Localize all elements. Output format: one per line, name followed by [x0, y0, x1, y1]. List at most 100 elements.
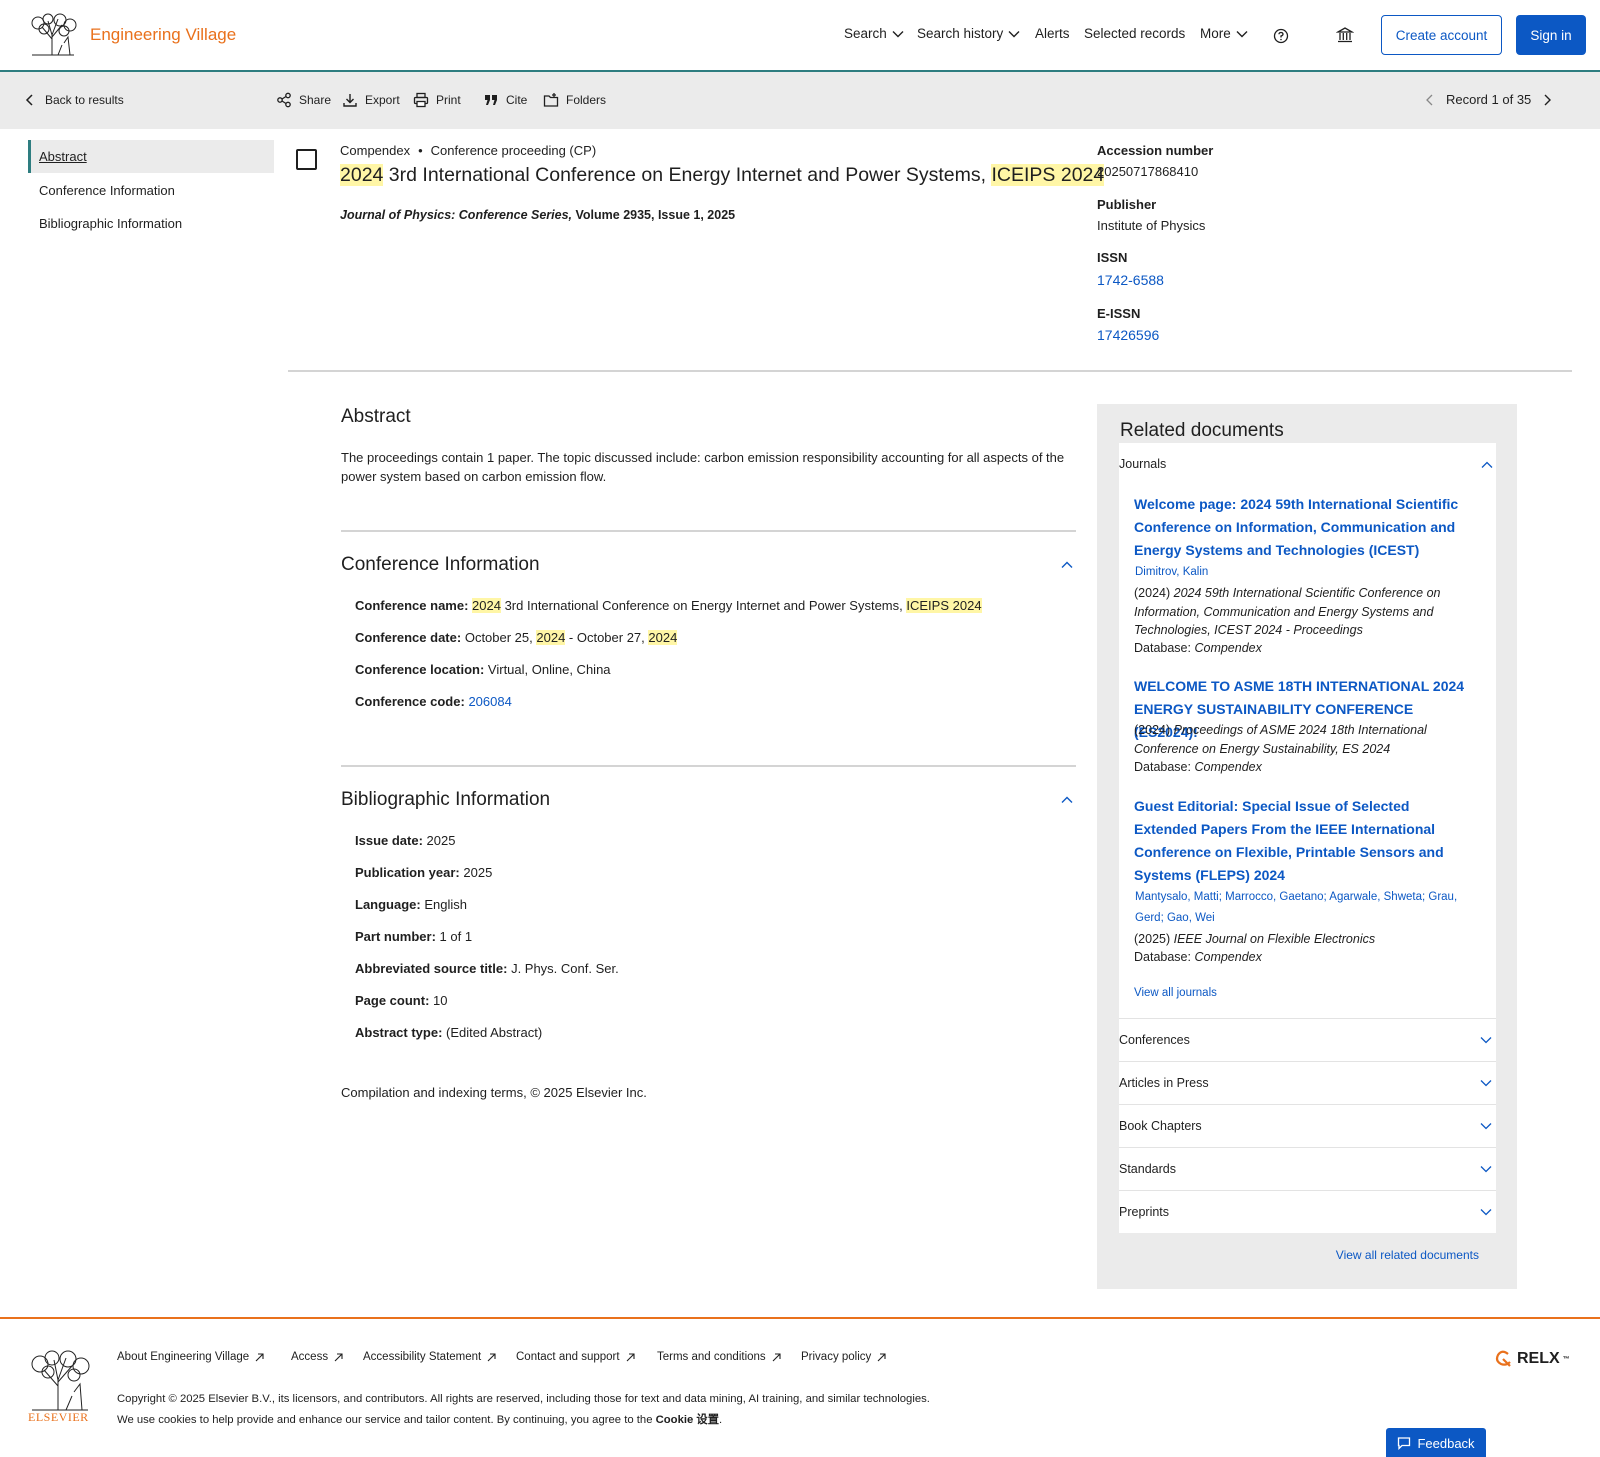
footer-link-accessibility[interactable]: Accessibility Statement	[363, 1351, 496, 1363]
field-value: October 25,	[464, 630, 537, 645]
page-count-field: Page count: 10	[355, 993, 448, 1008]
abstract-heading: Abstract	[341, 406, 411, 427]
accordion-standards[interactable]: Standards	[1119, 1147, 1496, 1190]
accordion-preprints[interactable]: Preprints	[1119, 1190, 1496, 1233]
chevron-down-icon	[1480, 1166, 1492, 1173]
folders-button[interactable]: Folders	[543, 92, 606, 108]
help-icon[interactable]	[1273, 28, 1289, 44]
field-label: Abbreviated source title:	[355, 961, 508, 976]
accordion-label: Conferences	[1119, 1033, 1190, 1047]
footer-link-about[interactable]: About Engineering Village	[117, 1351, 264, 1363]
footer-link-privacy[interactable]: Privacy policy	[801, 1351, 886, 1363]
cite-button[interactable]: Cite	[483, 92, 527, 108]
view-all-journals-link[interactable]: View all journals	[1134, 987, 1217, 999]
bibliographic-info-heading: Bibliographic Information	[341, 789, 551, 810]
nav-selected-records[interactable]: Selected records	[1084, 26, 1185, 41]
footer-link-label: Terms and conditions	[657, 1351, 766, 1363]
elsevier-tree-logo-icon[interactable]	[28, 1350, 92, 1412]
journal-name: Journal of Physics: Conference Series,	[340, 208, 573, 222]
nav-alerts[interactable]: Alerts	[1035, 26, 1070, 41]
nav-more-label: More	[1200, 26, 1231, 41]
database-label: Database:	[1134, 641, 1191, 655]
view-all-related-documents-link[interactable]: View all related documents	[1119, 1235, 1496, 1274]
related-item-year: (2024)	[1134, 586, 1171, 600]
export-button[interactable]: Export	[342, 92, 400, 108]
eissn-link[interactable]: 17426596	[1097, 327, 1159, 343]
footer-link-contact[interactable]: Contact and support	[516, 1351, 635, 1363]
eissn-label: E-ISSN	[1097, 306, 1141, 321]
accession-number-value: 20250717868410	[1097, 164, 1199, 179]
nav-search-history-label: Search history	[917, 26, 1004, 41]
accordion-label: Book Chapters	[1119, 1119, 1202, 1133]
left-nav-bibliographic-information[interactable]: Bibliographic Information	[28, 207, 274, 240]
issn-label: ISSN	[1097, 250, 1128, 265]
field-value: 2025	[426, 833, 456, 848]
related-item-source-name: Proceedings of ASME 2024 18th Internatio…	[1134, 723, 1427, 756]
field-value: J. Phys. Conf. Ser.	[511, 961, 619, 976]
feedback-button[interactable]: Feedback	[1386, 1428, 1486, 1457]
field-highlight: 2024	[648, 630, 678, 645]
field-label: Conference location:	[355, 662, 485, 677]
chevron-down-icon	[1480, 1209, 1492, 1216]
chevron-up-icon[interactable]	[1481, 459, 1493, 471]
chevron-left-icon[interactable]	[1424, 94, 1436, 106]
chevron-up-icon[interactable]	[1060, 793, 1074, 807]
nav-search[interactable]: Search	[844, 26, 904, 41]
share-button[interactable]: Share	[276, 92, 331, 108]
conference-info-heading: Conference Information	[341, 554, 540, 575]
conference-code-field: Conference code: 206084	[355, 694, 512, 709]
chevron-down-icon	[1480, 1037, 1492, 1044]
accordion-conferences[interactable]: Conferences	[1119, 1018, 1496, 1061]
nav-more[interactable]: More	[1200, 26, 1248, 41]
database-label: Database:	[1134, 760, 1191, 774]
database-value: Compendex	[1194, 760, 1262, 774]
chevron-down-icon	[1480, 1123, 1492, 1130]
issn-link[interactable]: 1742-6588	[1097, 272, 1164, 288]
create-account-button[interactable]: Create account	[1381, 15, 1502, 55]
field-value: 1 of 1	[439, 929, 473, 944]
chat-bubble-icon	[1398, 1437, 1411, 1450]
footer-link-label: Privacy policy	[801, 1351, 872, 1363]
left-nav-conference-information[interactable]: Conference Information	[28, 174, 274, 207]
sign-in-button[interactable]: Sign in	[1516, 15, 1586, 55]
part-number-field: Part number: 1 of 1	[355, 929, 472, 944]
publisher-label: Publisher	[1097, 197, 1157, 212]
journals-accordion-header[interactable]: Journals	[1119, 457, 1166, 471]
chevron-down-icon	[892, 30, 904, 37]
footer-link-label: About Engineering Village	[117, 1351, 250, 1363]
conference-code-link[interactable]: 206084	[468, 694, 511, 709]
institution-icon[interactable]	[1336, 26, 1354, 44]
cookie-text: We use cookies to help provide and enhan…	[117, 1414, 656, 1426]
relx-logo[interactable]: RELX ™	[1494, 1350, 1570, 1368]
back-to-results-link[interactable]: Back to results	[22, 92, 124, 108]
nav-search-history[interactable]: Search history	[917, 26, 1020, 41]
cite-label: Cite	[506, 93, 528, 107]
document-type: Conference proceeding (CP)	[430, 143, 597, 158]
field-highlight: ICEIPS	[906, 598, 949, 613]
chevron-right-icon[interactable]	[1541, 94, 1553, 106]
footer-link-label: Contact and support	[516, 1351, 620, 1363]
elsevier-tree-logo-icon[interactable]	[28, 13, 78, 57]
footer-link-access[interactable]: Access	[291, 1351, 343, 1363]
related-item-authors[interactable]: Mantysalo, Matti; Marrocco, Gaetano; Aga…	[1135, 887, 1465, 929]
chevron-down-icon	[1008, 30, 1020, 37]
field-value: 2025	[463, 865, 493, 880]
accordion-book-chapters[interactable]: Book Chapters	[1119, 1104, 1496, 1147]
print-button[interactable]: Print	[413, 92, 461, 108]
related-item-authors[interactable]: Dimitrov, Kalin	[1135, 562, 1465, 583]
left-nav-abstract[interactable]: Abstract	[28, 140, 274, 173]
footer-copyright: Copyright © 2025 Elsevier B.V., its lice…	[117, 1393, 930, 1405]
back-to-results-label: Back to results	[45, 93, 124, 107]
brand-name[interactable]: Engineering Village	[90, 25, 236, 45]
footer-link-terms[interactable]: Terms and conditions	[657, 1351, 781, 1363]
cookie-settings-link[interactable]: Cookie 设置	[656, 1414, 719, 1426]
title-highlight: 2024	[340, 164, 384, 186]
related-item-title-link[interactable]: Welcome page: 2024 59th International Sc…	[1134, 493, 1474, 562]
related-item-title-link[interactable]: Guest Editorial: Special Issue of Select…	[1134, 795, 1474, 887]
select-record-checkbox[interactable]	[296, 149, 317, 170]
field-label: Conference code:	[355, 694, 465, 709]
database-value: Compendex	[1194, 950, 1262, 964]
external-link-icon	[334, 1352, 343, 1361]
accordion-articles-in-press[interactable]: Articles in Press	[1119, 1061, 1496, 1104]
chevron-up-icon[interactable]	[1060, 558, 1074, 572]
